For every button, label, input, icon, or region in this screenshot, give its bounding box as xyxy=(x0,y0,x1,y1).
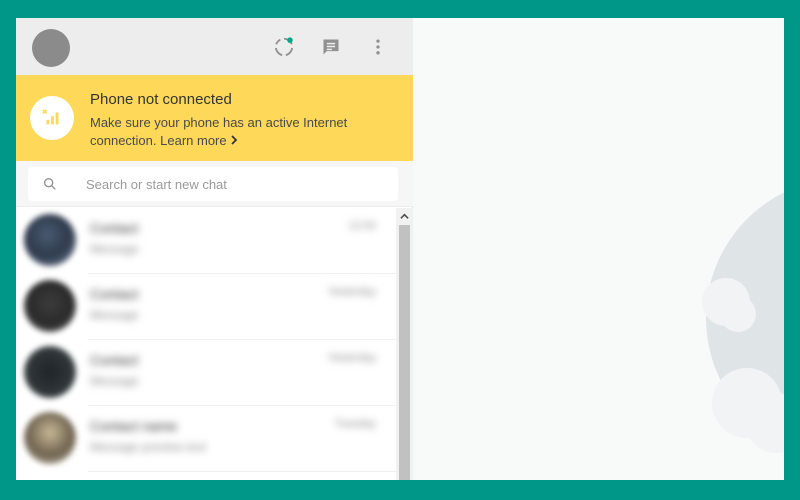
profile-avatar[interactable] xyxy=(32,29,70,67)
chat-preview: Message xyxy=(90,374,139,388)
avatar xyxy=(24,346,76,398)
chat-preview: Message xyxy=(90,308,139,322)
search-input[interactable] xyxy=(86,167,386,201)
banner-title: Phone not connected xyxy=(90,91,232,108)
chat-preview: Message preview text xyxy=(90,440,207,454)
chat-preview: Message xyxy=(90,242,139,256)
chat-list: Contact 12:00 Message Contact Yesterday … xyxy=(16,208,396,480)
sidebar-header xyxy=(16,18,413,75)
chat-time: Tuesday xyxy=(334,418,376,430)
learn-more-link[interactable]: Learn more xyxy=(160,133,238,148)
chat-list-item[interactable]: Contact 12:00 Message xyxy=(16,208,396,274)
avatar xyxy=(24,214,76,266)
search-box[interactable] xyxy=(28,167,398,201)
scroll-thumb[interactable] xyxy=(399,225,410,480)
new-chat-icon[interactable] xyxy=(319,35,343,59)
chat-name: Contact xyxy=(90,352,139,368)
sidebar: Phone not connected Make sure your phone… xyxy=(16,18,413,480)
chat-name: Contact name xyxy=(90,418,178,434)
chat-name: Contact xyxy=(90,220,139,236)
search-icon[interactable] xyxy=(42,176,58,197)
scroll-up-button[interactable] xyxy=(396,208,413,224)
intro-illustration xyxy=(702,178,784,458)
no-signal-icon xyxy=(30,96,74,140)
avatar xyxy=(24,412,76,464)
cloud-shape xyxy=(720,296,756,332)
chat-time: Yesterday xyxy=(327,286,376,298)
chevron-up-icon xyxy=(400,213,409,219)
chevron-right-icon xyxy=(230,135,237,145)
app-window: Phone not connected Make sure your phone… xyxy=(16,18,784,480)
search-bar xyxy=(16,161,413,207)
chat-list-item[interactable]: Contact Yesterday Message xyxy=(16,340,396,406)
intro-panel xyxy=(414,18,784,480)
chat-time: Yesterday xyxy=(327,352,376,364)
menu-dots-icon[interactable] xyxy=(366,35,390,59)
chat-list-item[interactable]: Contact name Tuesday Message preview tex… xyxy=(16,406,396,472)
status-icon[interactable] xyxy=(272,35,296,59)
chat-name: Contact xyxy=(90,286,139,302)
chat-list-item[interactable]: Contact Yesterday Message xyxy=(16,274,396,340)
learn-more-label: Learn more xyxy=(160,133,227,148)
phone-not-connected-banner: Phone not connected Make sure your phone… xyxy=(16,75,413,161)
banner-message: Make sure your phone has an active Inter… xyxy=(90,114,390,150)
chat-list-scrollbar[interactable] xyxy=(396,208,413,480)
avatar xyxy=(24,280,76,332)
chat-time: 12:00 xyxy=(348,220,376,232)
divider xyxy=(88,471,396,472)
